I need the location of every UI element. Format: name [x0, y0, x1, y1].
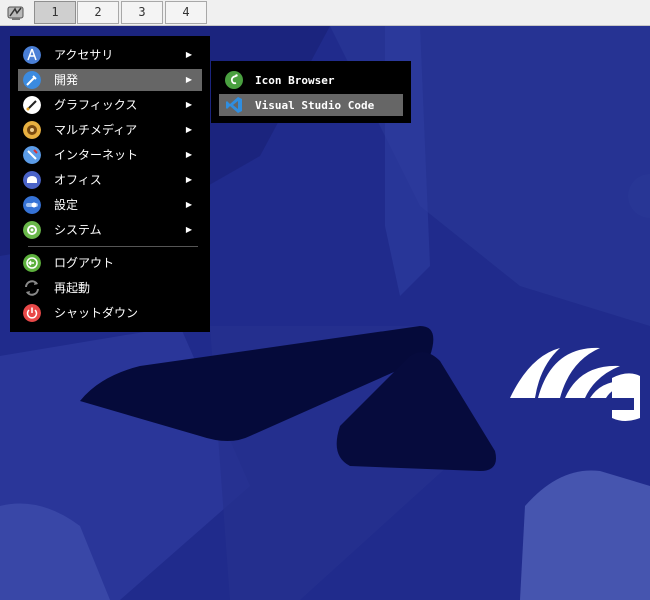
menu-item-accessories[interactable]: アクセサリ ▶ [18, 44, 202, 66]
logout-icon [23, 254, 41, 272]
menu-item-graphics[interactable]: グラフィックス ▶ [18, 94, 202, 116]
menu-item-settings[interactable]: 設定 ▶ [18, 194, 202, 216]
workspace-1-button[interactable]: 1 [34, 1, 76, 24]
taskbar: 1 2 3 4 [0, 0, 650, 26]
multimedia-icon [23, 121, 41, 139]
app-launcher-icon[interactable] [6, 4, 26, 22]
menu-item-label: ログアウト [54, 256, 115, 270]
menu-item-label: オフィス [54, 173, 102, 187]
submenu-arrow-icon: ▶ [185, 150, 192, 159]
development-submenu: Icon Browser Visual Studio Code [211, 61, 411, 123]
submenu-arrow-icon: ▶ [185, 100, 192, 109]
submenu-arrow-icon: ▶ [185, 75, 192, 84]
menu-item-internet[interactable]: インターネット ▶ [18, 144, 202, 166]
menu-item-system[interactable]: システム ▶ [18, 219, 202, 241]
submenu-arrow-icon: ▶ [185, 200, 192, 209]
workspace-2-button[interactable]: 2 [77, 1, 119, 24]
menu-separator [28, 246, 198, 247]
menu-item-label: インターネット [54, 148, 139, 162]
submenu-item-icon-browser[interactable]: Icon Browser [219, 69, 403, 91]
accessories-icon [23, 46, 41, 64]
menu-item-label: 設定 [54, 198, 79, 212]
menu-item-multimedia[interactable]: マルチメディア ▶ [18, 119, 202, 141]
workspace-3-button[interactable]: 3 [121, 1, 163, 24]
icon-browser-icon [225, 71, 243, 89]
menu-item-label: アクセサリ [54, 48, 114, 62]
menu-item-label: システム [54, 223, 102, 237]
menu-item-label: マルチメディア [54, 123, 138, 137]
workspace-4-button[interactable]: 4 [165, 1, 207, 24]
menu-item-office[interactable]: オフィス ▶ [18, 169, 202, 191]
menu-item-restart[interactable]: 再起動 [18, 277, 202, 299]
settings-icon [23, 196, 41, 214]
restart-icon [25, 280, 39, 296]
menu-item-label: シャットダウン [54, 306, 139, 320]
system-icon [23, 221, 41, 239]
menu-item-logout[interactable]: ログアウト [18, 252, 202, 274]
menu-item-shutdown[interactable]: シャットダウン [18, 302, 202, 324]
submenu-item-label: Visual Studio Code [255, 99, 375, 112]
menu-item-development[interactable]: 開発 ▶ [18, 69, 202, 91]
menu-item-label: 再起動 [54, 281, 91, 295]
submenu-arrow-icon: ▶ [185, 50, 192, 59]
submenu-arrow-icon: ▶ [185, 125, 192, 134]
menu-item-label: 開発 [54, 73, 79, 87]
submenu-arrow-icon: ▶ [185, 175, 192, 184]
submenu-arrow-icon: ▶ [185, 225, 192, 234]
shutdown-icon [23, 304, 41, 322]
submenu-item-visual-studio-code[interactable]: Visual Studio Code [219, 94, 403, 116]
submenu-item-label: Icon Browser [255, 74, 335, 87]
menu-item-label: グラフィックス [54, 98, 138, 112]
development-icon [23, 71, 41, 89]
application-menu: アクセサリ ▶ 開発 ▶ グラフィックス ▶ マルチメディア ▶ インターネット… [10, 36, 210, 332]
graphics-icon [23, 96, 41, 114]
vscode-icon [226, 97, 242, 113]
office-icon [23, 171, 41, 189]
internet-icon [23, 146, 41, 164]
